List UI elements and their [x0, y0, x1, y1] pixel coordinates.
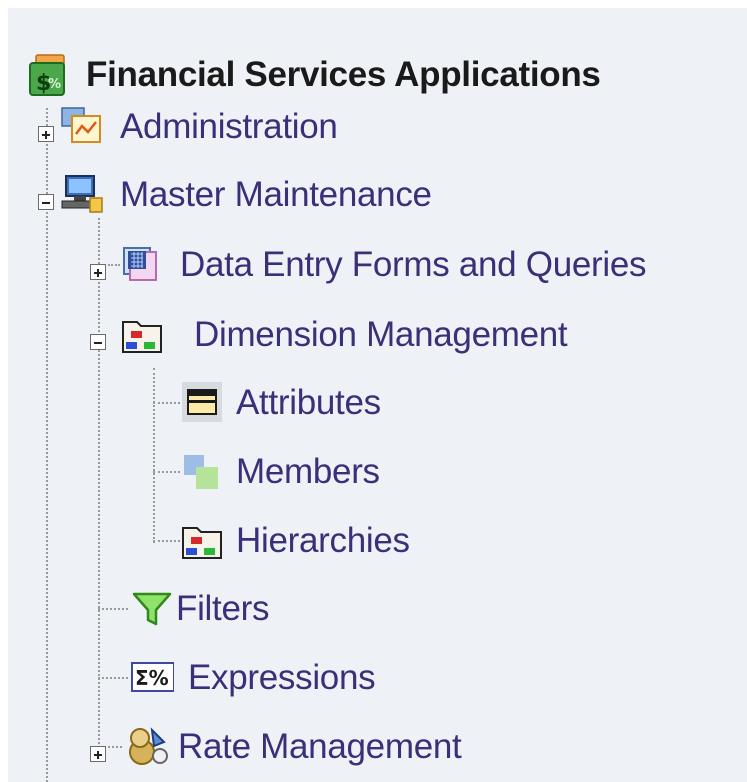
- collapse-toggle-master-maintenance[interactable]: [38, 194, 54, 210]
- tree-item-attributes[interactable]: Attributes: [180, 378, 480, 428]
- svg-text:%: %: [48, 77, 61, 92]
- tree-connector-line: [98, 218, 100, 748]
- tree-item-label: Expressions: [188, 658, 376, 697]
- tree-item-label: Dimension Management: [194, 315, 568, 354]
- tree-connector-line: [108, 264, 120, 266]
- tree-connector-line: [153, 471, 180, 473]
- tree-connector-line: [153, 402, 180, 404]
- tree-item-data-entry-forms-and-queries[interactable]: Data Entry Forms and Queries: [120, 240, 740, 290]
- tree-item-rate-management[interactable]: Rate Management: [126, 722, 566, 772]
- tree-connector-line: [108, 746, 122, 748]
- tree-item-hierarchies[interactable]: Hierarchies: [180, 516, 480, 566]
- svg-text:Σ%: Σ%: [135, 666, 169, 690]
- tree-item-label: Filters: [176, 589, 270, 628]
- tree-item-label: Hierarchies: [236, 521, 410, 560]
- tree-item-label: Data Entry Forms and Queries: [180, 245, 647, 284]
- rate-management-icon: [129, 727, 168, 765]
- expand-toggle-administration[interactable]: [38, 126, 54, 142]
- tree-item-filters[interactable]: Filters: [130, 584, 430, 634]
- members-squares-icon: [184, 455, 218, 489]
- expand-toggle-rate-management[interactable]: [90, 746, 106, 762]
- folder-hierarchy-icon: [182, 527, 222, 559]
- tree-item-dimension-management[interactable]: Dimension Management: [120, 310, 640, 360]
- money-stack-icon: $ %: [29, 54, 65, 96]
- tree-item-expressions[interactable]: Σ% Expressions: [130, 653, 450, 703]
- folder-hierarchy-icon: [122, 321, 162, 353]
- tree-item-label: Attributes: [236, 383, 381, 422]
- tree-connector-line: [98, 677, 128, 679]
- tree-item-members[interactable]: Members: [180, 447, 480, 497]
- tree-item-label: Members: [236, 452, 380, 491]
- computer-network-icon: [61, 175, 103, 213]
- expand-toggle-data-entry-forms[interactable]: [90, 264, 106, 280]
- sigma-percent-icon: Σ%: [131, 662, 174, 692]
- attributes-table-icon: [182, 382, 222, 422]
- tree-connector-line: [153, 368, 155, 543]
- tree-item-administration[interactable]: Administration: [60, 102, 460, 152]
- tree-connector-line: [98, 608, 128, 610]
- tree-root-label: Financial Services Applications: [86, 55, 601, 94]
- tree-item-label: Master Maintenance: [120, 175, 432, 214]
- tree-root-financial-services-applications[interactable]: $ % Financial Services Applications: [26, 50, 666, 100]
- form-grid-icon: [123, 247, 157, 281]
- navigation-tree: $ % Financial Services Applications Admi…: [8, 8, 747, 782]
- tree-item-label: Rate Management: [178, 727, 462, 766]
- admin-chart-icon: [61, 107, 101, 143]
- tree-item-master-maintenance[interactable]: Master Maintenance: [60, 170, 520, 220]
- tree-connector-line: [153, 540, 180, 542]
- tree-item-label: Administration: [120, 107, 338, 146]
- collapse-toggle-dimension-management[interactable]: [90, 334, 106, 350]
- funnel-icon: [132, 592, 172, 626]
